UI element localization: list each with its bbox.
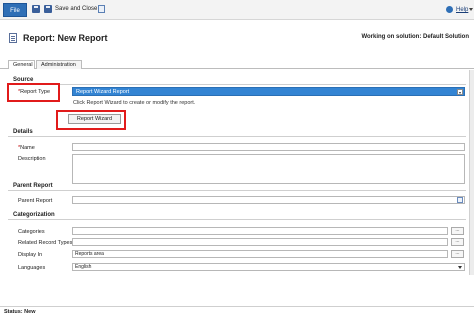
name-input[interactable] (72, 143, 465, 151)
highlight-report-type (7, 83, 60, 102)
help-link[interactable]: Help (456, 7, 468, 13)
report-wizard-hint: Click Report Wizard to create or modify … (73, 100, 196, 106)
chevron-down-icon[interactable] (457, 89, 463, 95)
highlight-report-wizard (56, 110, 126, 130)
tab-administration[interactable]: Administration (36, 60, 82, 69)
section-details-heading: Details (13, 129, 33, 135)
save-and-close-icon[interactable] (44, 5, 52, 13)
refresh-icon[interactable] (98, 5, 105, 13)
section-parent-heading: Parent Report (13, 183, 53, 189)
file-button[interactable]: File (3, 3, 27, 17)
display-in-input[interactable]: Reports area (72, 250, 448, 258)
vertical-scrollbar[interactable] (469, 70, 474, 275)
description-label: Description (18, 156, 46, 162)
form-header: Report: New Report Working on solution: … (0, 20, 474, 56)
section-divider (8, 136, 466, 137)
languages-label: Languages (18, 265, 46, 271)
chevron-down-icon[interactable] (458, 265, 463, 270)
languages-select[interactable]: English (72, 263, 465, 271)
tab-general[interactable]: General (8, 60, 35, 69)
solution-label: Working on solution: Default Solution (361, 34, 469, 40)
section-divider (8, 84, 466, 85)
categories-input[interactable] (72, 227, 448, 235)
categories-browse-button[interactable]: ... (451, 227, 464, 235)
related-record-types-label: Related Record Types (18, 240, 73, 246)
name-label: *Name (18, 145, 35, 151)
report-type-select[interactable]: Report Wizard Report (72, 87, 465, 96)
section-divider (8, 219, 466, 220)
status-text: Status: New (4, 309, 36, 315)
page-title: Report: New Report (23, 33, 108, 43)
section-divider (8, 190, 466, 191)
parent-report-input[interactable] (72, 196, 465, 204)
related-record-types-input[interactable] (72, 238, 448, 246)
save-icon[interactable] (32, 5, 40, 13)
report-icon (9, 33, 17, 43)
section-categorization-heading: Categorization (13, 212, 55, 218)
display-in-browse-button[interactable]: ... (451, 250, 464, 258)
related-record-types-browse-button[interactable]: ... (451, 238, 464, 246)
display-in-label: Display In (18, 252, 43, 258)
categories-label: Categories (18, 229, 45, 235)
status-bar: Status: New (0, 306, 474, 315)
command-bar: File Save and Close Help (0, 0, 474, 20)
description-textarea[interactable] (72, 154, 465, 184)
lookup-icon[interactable] (457, 197, 463, 203)
save-and-close-button[interactable]: Save and Close (55, 6, 97, 12)
help-icon[interactable] (446, 6, 453, 13)
form-body: Source *Report Type Report Wizard Report… (0, 70, 474, 275)
parent-report-label: Parent Report (18, 198, 53, 204)
tab-strip: General Administration (0, 59, 474, 69)
chevron-down-icon[interactable] (469, 8, 473, 11)
